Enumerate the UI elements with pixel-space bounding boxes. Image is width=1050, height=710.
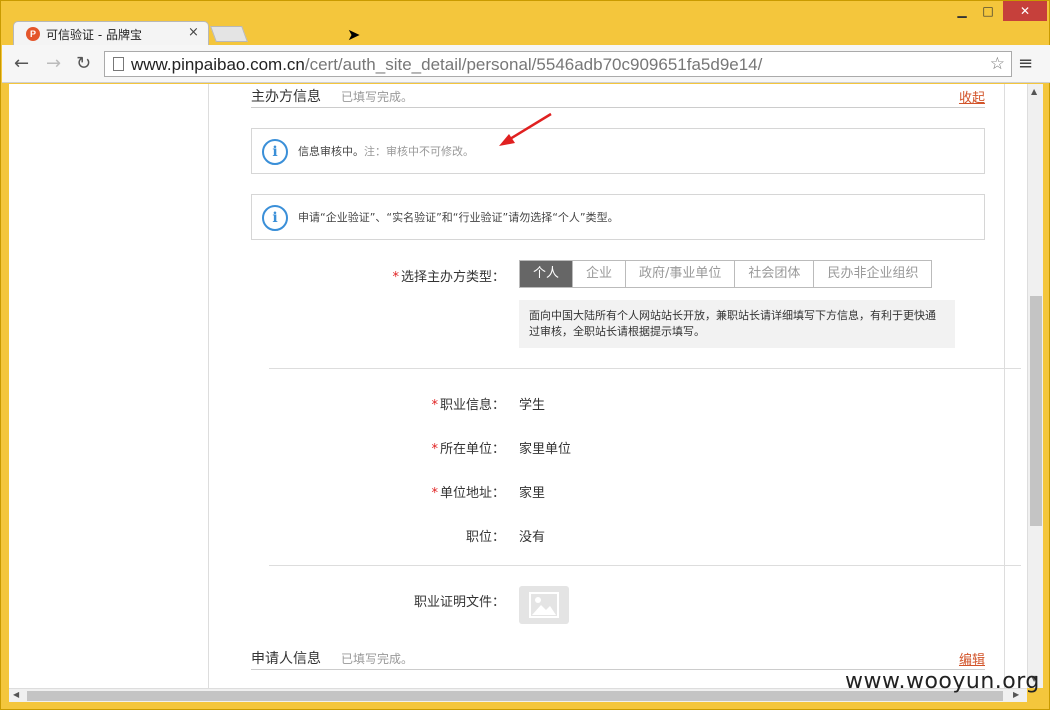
applicant-section-title: 申请人信息 — [251, 651, 321, 667]
mouse-cursor-icon: ➤ — [347, 25, 361, 44]
employer-value: 家里单位 — [519, 442, 572, 457]
image-icon — [529, 592, 559, 618]
organizer-type-description: 面向中国大陆所有个人网站站长开放，兼职站长请详细填写下方信息，有利于更快通过审核… — [519, 300, 955, 348]
organizer-section-status: 已填写完成。 — [341, 90, 414, 104]
type-hint-text: 申请“企业验证”、“实名验证”和“行业验证”请勿选择“个人”类型。 — [298, 211, 619, 224]
tab-close-icon[interactable]: × — [188, 25, 199, 40]
type-option-non-enterprise[interactable]: 民办非企业组织 — [813, 261, 931, 287]
type-option-social-group[interactable]: 社会团体 — [734, 261, 813, 287]
maximize-button[interactable]: □ — [975, 1, 1001, 21]
type-option-personal[interactable]: 个人 — [520, 261, 573, 287]
review-message: 信息审核中。 — [298, 145, 364, 158]
browser-toolbar: ← → ↻ www.pinpaibao.com.cn/cert/auth_sit… — [2, 45, 1050, 83]
scroll-up-icon[interactable]: ▲ — [1031, 87, 1037, 96]
position-label: 职位： — [465, 530, 505, 545]
url-text[interactable]: www.pinpaibao.com.cn/cert/auth_site_deta… — [131, 55, 762, 75]
address-bar[interactable]: www.pinpaibao.com.cn/cert/auth_site_deta… — [104, 51, 1012, 77]
organizer-type-label: * 选择主办方类型： — [265, 266, 505, 285]
scroll-left-icon[interactable]: ◀ — [13, 690, 19, 699]
vertical-scrollbar[interactable]: ▲ ▼ — [1027, 84, 1043, 688]
required-mark: * — [431, 442, 438, 457]
occupation-value: 学生 — [519, 398, 546, 413]
page-viewport: 主办方信息 已填写完成。 收起 i 信息审核中。注：审核中不可修改。 i 申请“… — [9, 84, 1027, 688]
browser-tab[interactable]: P 可信验证 - 品牌宝 × — [13, 21, 209, 45]
position-value: 没有 — [519, 530, 546, 545]
title-bar: P 可信验证 - 品牌宝 × ▁ □ ✕ ➤ — [1, 1, 1050, 45]
proof-file-label: 职业证明文件： — [413, 595, 505, 610]
forward-icon[interactable]: → — [46, 53, 61, 74]
employer-label: * 所在单位： — [265, 438, 505, 457]
collapse-link[interactable]: 收起 — [959, 87, 985, 106]
page-icon — [113, 57, 124, 71]
required-mark: * — [431, 398, 438, 413]
type-option-government[interactable]: 政府/事业单位 — [625, 261, 734, 287]
url-host: www.pinpaibao.com.cn — [131, 55, 305, 74]
pinpaibao-logo-icon: P — [26, 27, 40, 41]
employer-address-value: 家里 — [519, 486, 546, 501]
divider — [269, 368, 1021, 369]
vertical-scroll-thumb[interactable] — [1030, 296, 1042, 526]
employer-label-text: 所在单位： — [439, 442, 505, 457]
divider — [269, 565, 1021, 566]
organizer-type-selector: 个人 企业 政府/事业单位 社会团体 民办非企业组织 — [519, 260, 933, 288]
info-icon: i — [262, 139, 288, 165]
close-window-button[interactable]: ✕ — [1003, 1, 1047, 21]
applicant-section-header: 申请人信息 已填写完成。 编辑 — [251, 646, 985, 670]
type-hint-notice: i 申请“企业验证”、“实名验证”和“行业验证”请勿选择“个人”类型。 — [251, 194, 985, 240]
url-path: /cert/auth_site_detail/personal/5546adb7… — [304, 55, 763, 74]
occupation-label-text: 职业信息： — [439, 398, 505, 413]
minimize-button[interactable]: ▁ — [949, 1, 975, 21]
employer-address-label: * 单位地址： — [265, 482, 505, 501]
bookmark-star-icon[interactable]: ☆ — [990, 54, 1005, 74]
review-notice: i 信息审核中。注：审核中不可修改。 — [251, 128, 985, 174]
employer-address-label-text: 单位地址： — [439, 486, 505, 501]
main-content: 主办方信息 已填写完成。 收起 i 信息审核中。注：审核中不可修改。 i 申请“… — [209, 84, 1021, 688]
edit-link[interactable]: 编辑 — [959, 649, 985, 668]
back-icon[interactable]: ← — [14, 53, 29, 74]
review-note: 注：审核中不可修改。 — [364, 145, 474, 158]
required-mark: * — [392, 270, 399, 285]
occupation-label: * 职业信息： — [265, 394, 505, 413]
review-notice-text: 信息审核中。注：审核中不可修改。 — [298, 143, 474, 159]
proof-file-image-icon[interactable] — [519, 586, 569, 624]
menu-icon[interactable]: ≡ — [1018, 53, 1033, 74]
left-sidebar — [9, 84, 209, 688]
tab-title: 可信验证 - 品牌宝 — [46, 28, 142, 42]
type-option-enterprise[interactable]: 企业 — [572, 261, 625, 287]
browser-window: P 可信验证 - 品牌宝 × ▁ □ ✕ ➤ ← → ↻ www.pinpaib… — [0, 0, 1050, 710]
new-tab-button[interactable] — [210, 26, 248, 42]
required-mark: * — [431, 486, 438, 501]
applicant-section-status: 已填写完成。 — [341, 652, 414, 666]
info-icon: i — [262, 205, 288, 231]
organizer-section-header: 主办方信息 已填写完成。 收起 — [251, 84, 985, 108]
organizer-type-label-text: 选择主办方类型： — [400, 270, 505, 285]
organizer-section-title: 主办方信息 — [251, 89, 321, 105]
watermark: www.wooyun.org — [845, 669, 1040, 694]
annotation-arrow — [499, 112, 552, 146]
reload-icon[interactable]: ↻ — [76, 53, 91, 74]
